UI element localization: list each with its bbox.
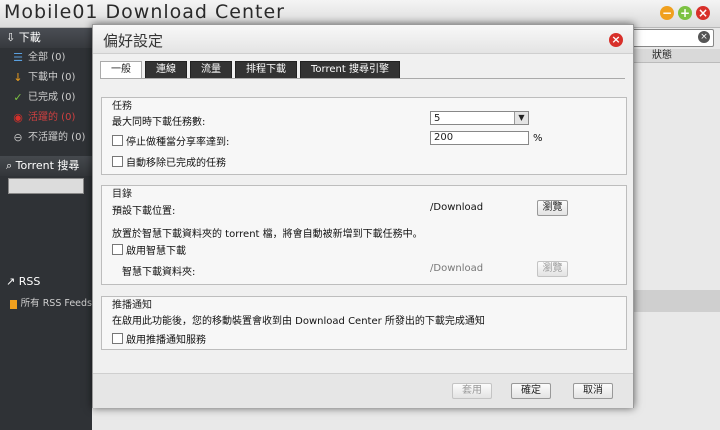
tab-divider <box>100 78 625 79</box>
sidebar-item-all[interactable]: ☰ 全部 (0) <box>0 48 92 68</box>
enable-smart-download-label: 啟用智慧下載 <box>126 246 186 257</box>
enable-push-checkbox[interactable] <box>112 333 123 344</box>
stop-seeding-label: 停止做種當分享率達到: <box>126 137 230 148</box>
sidebar-item-completed[interactable]: ✓ 已完成 (0) <box>0 88 92 108</box>
folder-group: 目錄 預設下載位置: /Download 瀏覽 放置於智慧下載資料夾的 torr… <box>101 185 627 285</box>
arrow-down-icon: ↓ <box>13 71 23 84</box>
sidebar-downloads-header[interactable]: ⇩ 下載 <box>0 28 92 48</box>
clear-search-icon[interactable]: × <box>698 31 710 43</box>
minimize-icon[interactable]: − <box>660 6 674 20</box>
tab-torrent-search-engine[interactable]: Torrent 搜尋引擎 <box>300 61 400 79</box>
stop-seeding-checkbox[interactable] <box>112 135 123 146</box>
stop-seeding-input[interactable]: 200 <box>430 131 529 145</box>
list-icon: ☰ <box>13 51 23 64</box>
auto-remove-checkbox[interactable] <box>112 156 123 167</box>
close-window-icon[interactable]: × <box>696 6 710 20</box>
check-icon: ✓ <box>13 91 23 104</box>
tasks-group-title: 任務 <box>112 101 132 112</box>
chevron-down-icon: ▼ <box>514 112 528 124</box>
tab-connection[interactable]: 連線 <box>145 61 187 79</box>
main-search-input[interactable]: × <box>632 29 714 47</box>
percent-label: % <box>533 133 543 144</box>
rss-icon <box>10 299 17 309</box>
maximize-icon[interactable]: + <box>678 6 692 20</box>
sidebar-item-rss-feeds[interactable]: 所有 RSS Feeds <box>0 294 92 314</box>
tab-schedule[interactable]: 排程下載 <box>235 61 297 79</box>
download-arrow-icon: ⇩ <box>6 31 16 44</box>
smart-folder-value: /Download <box>430 263 484 274</box>
apply-button[interactable]: 套用 <box>452 383 492 399</box>
tab-bar: 一般 連線 流量 排程下載 Torrent 搜尋引擎 <box>100 61 400 79</box>
push-description: 在啟用此功能後，您的移動裝置會收到由 Download Center 所發出的下… <box>112 316 485 327</box>
max-downloads-label: 最大同時下載任務數: <box>112 117 206 128</box>
rss-header[interactable]: ↗ RSS <box>0 272 92 292</box>
auto-remove-label: 自動移除已完成的任務 <box>126 158 226 169</box>
push-group-title: 推播通知 <box>112 300 152 311</box>
dialog-footer: 套用 確定 取消 <box>93 373 633 408</box>
tasks-group: 任務 最大同時下載任務數: 5 ▼ 停止做種當分享率達到: 200 % 自動移除… <box>101 97 627 175</box>
smart-download-description: 放置於智慧下載資料夾的 torrent 檔，將會自動被新增到下載任務中。 <box>112 229 423 240</box>
cancel-button[interactable]: 取消 <box>573 383 613 399</box>
sidebar-item-downloading[interactable]: ↓ 下載中 (0) <box>0 68 92 88</box>
dialog-title: 偏好設定 <box>103 32 164 50</box>
folder-group-title: 目錄 <box>112 189 132 200</box>
max-downloads-select[interactable]: 5 ▼ <box>430 111 529 125</box>
inactive-icon: ⊖ <box>13 131 23 144</box>
torrent-search-header[interactable]: ⌕ Torrent 搜尋 <box>0 156 92 176</box>
default-location-value: /Download <box>430 202 484 213</box>
browse-smart-folder-button[interactable]: 瀏覽 <box>537 261 568 277</box>
tab-traffic[interactable]: 流量 <box>190 61 232 79</box>
dialog-titlebar: 偏好設定 × <box>93 25 633 54</box>
sidebar-item-active[interactable]: ◉ 活躍的 (0) <box>0 108 92 128</box>
enable-smart-download-checkbox[interactable] <box>112 244 123 255</box>
rss-arrow-icon: ↗ <box>6 275 16 288</box>
smart-folder-label: 智慧下載資料夾: <box>122 267 196 278</box>
tab-general[interactable]: 一般 <box>100 61 142 79</box>
sidebar: ⇩ 下載 ☰ 全部 (0) ↓ 下載中 (0) ✓ 已完成 (0) ◉ 活躍的 … <box>0 28 92 430</box>
preferences-dialog: 偏好設定 × 一般 連線 流量 排程下載 Torrent 搜尋引擎 任務 最大同… <box>92 24 634 408</box>
main-bottom-panel <box>630 290 720 312</box>
status-column-header[interactable]: 狀態 <box>630 49 720 63</box>
active-icon: ◉ <box>13 111 23 124</box>
close-icon[interactable]: × <box>609 33 623 47</box>
app-title: Mobile01 Download Center <box>4 1 285 23</box>
sidebar-item-inactive[interactable]: ⊖ 不活躍的 (0) <box>0 128 92 148</box>
ok-button[interactable]: 確定 <box>511 383 551 399</box>
torrent-search-input[interactable] <box>8 178 84 194</box>
push-notification-group: 推播通知 在啟用此功能後，您的移動裝置會收到由 Download Center … <box>101 296 627 350</box>
default-location-label: 預設下載位置: <box>112 206 176 217</box>
enable-push-label: 啟用推播通知服務 <box>126 335 206 346</box>
search-icon: ⌕ <box>6 159 13 172</box>
browse-default-button[interactable]: 瀏覽 <box>537 200 568 216</box>
